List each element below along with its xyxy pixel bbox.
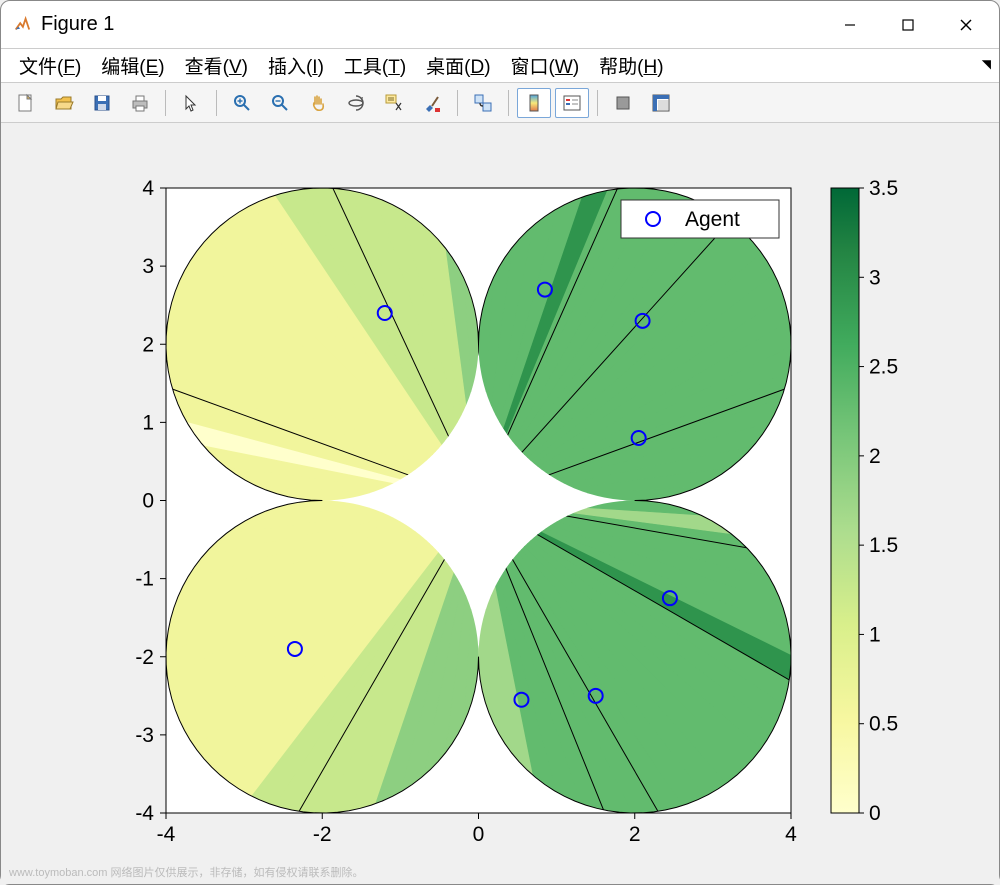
svg-text:-3: -3 bbox=[135, 724, 154, 747]
legend-icon[interactable] bbox=[555, 88, 589, 118]
svg-text:3.5: 3.5 bbox=[869, 177, 898, 200]
rotate3d-icon[interactable] bbox=[339, 88, 373, 118]
hide-plot-tools-icon[interactable] bbox=[606, 88, 640, 118]
svg-text:2: 2 bbox=[629, 823, 641, 846]
pan-icon[interactable] bbox=[301, 88, 335, 118]
menu-e[interactable]: 编辑(E) bbox=[91, 49, 174, 82]
link-plot-icon[interactable] bbox=[466, 88, 500, 118]
svg-text:-4: -4 bbox=[157, 823, 176, 846]
toolbar bbox=[1, 83, 999, 123]
matlab-icon bbox=[13, 16, 31, 34]
svg-text:-2: -2 bbox=[313, 823, 332, 846]
svg-text:2: 2 bbox=[142, 333, 154, 356]
print-icon[interactable] bbox=[123, 88, 157, 118]
menubar: 文件(F)编辑(E)查看(V)插入(I)工具(T)桌面(D)窗口(W)帮助(H)… bbox=[1, 49, 999, 83]
data-cursor-icon[interactable] bbox=[377, 88, 411, 118]
svg-text:0: 0 bbox=[473, 823, 485, 846]
toolbar-separator bbox=[508, 90, 509, 116]
svg-text:0: 0 bbox=[142, 490, 154, 513]
save-icon[interactable] bbox=[85, 88, 119, 118]
plot-area: -4 -2 0 2 4 -4 -3 -2 -1 0 1 2 3 4 0 0.5 1 1.5 2 2.5 3 3.5 Agen… bbox=[1, 123, 999, 884]
menu-w[interactable]: 窗口(W) bbox=[501, 49, 590, 82]
pointer-icon[interactable] bbox=[174, 88, 208, 118]
menu-t[interactable]: 工具(T) bbox=[334, 49, 416, 82]
zoom-in-icon[interactable] bbox=[225, 88, 259, 118]
menu-h[interactable]: 帮助(H) bbox=[589, 49, 673, 82]
svg-text:3: 3 bbox=[142, 255, 154, 278]
colorbar[interactable] bbox=[831, 188, 859, 813]
svg-text:1.5: 1.5 bbox=[869, 534, 898, 557]
new-figure-icon[interactable] bbox=[9, 88, 43, 118]
toolbar-separator bbox=[457, 90, 458, 116]
svg-text:3: 3 bbox=[869, 266, 881, 289]
menu-i[interactable]: 插入(I) bbox=[258, 49, 334, 82]
colorbar-icon[interactable] bbox=[517, 88, 551, 118]
axes[interactable]: -4 -2 0 2 4 -4 -3 -2 -1 0 1 2 3 4 0 0.5 1 1.5 2 2.5 3 3.5 Agen… bbox=[1, 123, 1000, 883]
svg-text:4: 4 bbox=[142, 177, 154, 200]
svg-text:2: 2 bbox=[869, 445, 881, 468]
svg-text:1: 1 bbox=[142, 411, 154, 434]
toolbar-separator bbox=[597, 90, 598, 116]
toolbar-separator bbox=[216, 90, 217, 116]
svg-text:-1: -1 bbox=[135, 568, 154, 591]
maximize-button[interactable] bbox=[879, 5, 937, 45]
show-plot-tools-icon[interactable] bbox=[644, 88, 678, 118]
x-ticks: -4 -2 0 2 4 bbox=[157, 813, 798, 846]
svg-text:-4: -4 bbox=[135, 802, 154, 825]
close-button[interactable] bbox=[937, 5, 995, 45]
minimize-button[interactable] bbox=[821, 5, 879, 45]
y-ticks: -4 -3 -2 -1 0 1 2 3 4 bbox=[135, 177, 166, 825]
svg-text:2.5: 2.5 bbox=[869, 356, 898, 379]
svg-text:-2: -2 bbox=[135, 646, 154, 669]
menu-d[interactable]: 桌面(D) bbox=[416, 49, 500, 82]
legend-label: Agent bbox=[685, 208, 740, 231]
menu-v[interactable]: 查看(V) bbox=[175, 49, 258, 82]
zoom-out-icon[interactable] bbox=[263, 88, 297, 118]
svg-text:0: 0 bbox=[869, 802, 881, 825]
svg-text:0.5: 0.5 bbox=[869, 713, 898, 736]
legend[interactable]: Agent bbox=[621, 200, 779, 238]
watermark-text: www.toymoban.com 网络图片仅供展示，非存储，如有侵权请联系删除。 bbox=[9, 864, 363, 880]
toolbar-separator bbox=[165, 90, 166, 116]
brush-icon[interactable] bbox=[415, 88, 449, 118]
menu-f[interactable]: 文件(F) bbox=[9, 49, 91, 82]
open-icon[interactable] bbox=[47, 88, 81, 118]
titlebar: Figure 1 bbox=[1, 1, 999, 49]
window-title: Figure 1 bbox=[41, 13, 114, 36]
figure-window: Figure 1 文件(F)编辑(E)查看(V)插入(I)工具(T)桌面(D)窗… bbox=[0, 0, 1000, 885]
dock-arrow-icon[interactable]: ◥ bbox=[982, 57, 991, 71]
svg-text:4: 4 bbox=[785, 823, 797, 846]
svg-text:1: 1 bbox=[869, 623, 881, 646]
colorbar-ticks: 0 0.5 1 1.5 2 2.5 3 3.5 bbox=[859, 177, 898, 825]
